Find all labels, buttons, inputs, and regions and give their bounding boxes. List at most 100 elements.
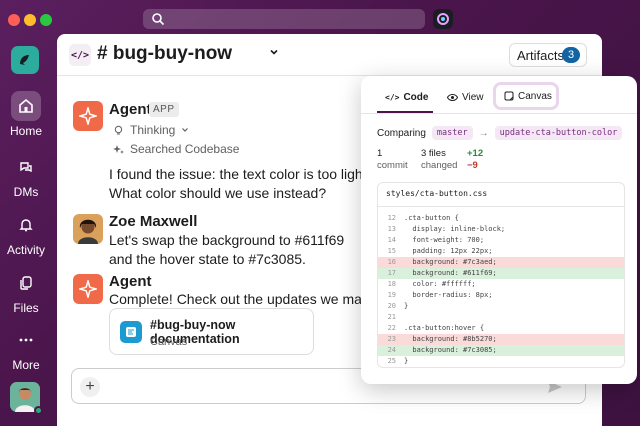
head-branch-pill[interactable]: update-cta-button-color xyxy=(494,126,623,140)
workspace-rail: Home DMs Activity Files More xyxy=(0,36,52,426)
line-text: color: #ffffff; xyxy=(404,280,476,288)
commit-count: 1 xyxy=(377,148,383,159)
line-number: 18 xyxy=(387,280,396,288)
line-number: 21 xyxy=(387,313,396,321)
line-text: background: #611f69; xyxy=(404,269,497,277)
canvas-attachment-card[interactable]: #bug-buy-now documentation Canvas xyxy=(109,308,314,355)
agent-avatar[interactable] xyxy=(73,274,103,304)
sparkle-icon xyxy=(79,107,97,125)
sidebar-item-activity[interactable]: Activity xyxy=(0,210,52,257)
additions-count: +12 xyxy=(467,148,484,159)
artifacts-button[interactable]: Artifacts 3 xyxy=(509,43,587,67)
code-icon: </> xyxy=(385,92,400,102)
tab-code[interactable]: </> Code xyxy=(385,86,428,108)
comparing-label: Comparing xyxy=(377,127,426,139)
searched-label: Searched Codebase xyxy=(130,142,240,156)
chat-bubbles-icon xyxy=(11,152,41,182)
code-line: 13 display: inline-block; xyxy=(378,224,624,235)
tab-view[interactable]: View xyxy=(447,86,484,108)
sidebar-item-more[interactable]: More xyxy=(0,325,52,372)
line-number: 19 xyxy=(387,291,396,299)
files-count: 3 files xyxy=(421,148,446,159)
sidebar-item-label: Files xyxy=(13,301,39,315)
line-text: .cta-button { xyxy=(404,214,459,222)
eye-icon xyxy=(447,93,458,101)
workspace-logo-icon[interactable] xyxy=(11,46,39,74)
panel-tabs: </> Code View Canvas xyxy=(361,76,637,114)
code-review-panel: </> Code View Canvas Comparing master → … xyxy=(361,76,637,384)
lightbulb-icon xyxy=(114,125,123,134)
message-text: I found the issue: the text color is too… xyxy=(109,165,370,203)
line-number: 15 xyxy=(387,247,396,255)
sidebar-item-files[interactable]: Files xyxy=(0,268,52,315)
base-branch-pill[interactable]: master xyxy=(431,126,473,140)
code-channel-icon: </> xyxy=(69,44,91,66)
code-line: 25} xyxy=(378,356,624,367)
message-text: Let's swap the background to #611f69 and… xyxy=(109,231,344,269)
line-change-counts: +12 −9 xyxy=(467,148,483,172)
file-name[interactable]: styles/cta-button.css xyxy=(378,183,624,207)
sidebar-item-label: Activity xyxy=(6,243,45,257)
sparkle-icon xyxy=(79,280,97,298)
bird-icon xyxy=(20,55,29,65)
sidebar-item-home[interactable]: Home xyxy=(0,91,52,138)
code-line: 14 font-weight: 700; xyxy=(378,235,624,246)
line-number: 17 xyxy=(387,269,396,277)
channel-title[interactable]: # bug-buy-now xyxy=(97,43,232,65)
line-text: border-radius: 8px; xyxy=(404,291,493,299)
line-text: padding: 12px 22px; xyxy=(404,247,493,255)
add-attachment-button[interactable]: + xyxy=(80,377,100,397)
code-line: 18 color: #ffffff; xyxy=(378,279,624,290)
code-line-added: 24 background: #7c3085; xyxy=(378,345,624,356)
code-line: 20} xyxy=(378,301,624,312)
line-number: 22 xyxy=(387,324,396,332)
line-text: background: #7c3aed; xyxy=(404,258,497,266)
code-line-removed: 23 background: #8b5270; xyxy=(378,334,624,345)
line-number: 14 xyxy=(387,236,396,244)
message-author[interactable]: Agent xyxy=(109,101,152,118)
sidebar-item-label: Home xyxy=(9,124,42,138)
ai-sparkle-icon xyxy=(437,13,449,25)
line-text: display: inline-block; xyxy=(404,225,506,233)
slack-ai-icon[interactable] xyxy=(433,9,453,29)
close-window-button[interactable] xyxy=(8,14,20,26)
agent-avatar[interactable] xyxy=(73,101,103,131)
message-author[interactable]: Agent xyxy=(109,273,152,290)
line-number: 24 xyxy=(387,346,396,354)
thinking-toggle[interactable]: Thinking xyxy=(113,123,189,137)
message-author[interactable]: Zoe Maxwell xyxy=(109,213,197,230)
search-input[interactable] xyxy=(143,9,425,29)
line-number: 25 xyxy=(387,357,396,365)
line-number: 23 xyxy=(387,335,396,343)
presence-indicator xyxy=(34,406,43,415)
bell-icon xyxy=(11,210,41,240)
line-number: 12 xyxy=(387,214,396,222)
files-icon xyxy=(11,268,41,298)
tab-canvas[interactable]: Canvas xyxy=(493,82,559,110)
sidebar-item-label: More xyxy=(12,358,40,372)
sparkles-icon xyxy=(113,144,124,154)
deletions-count: −9 xyxy=(467,160,478,171)
line-number: 20 xyxy=(387,302,396,310)
ellipsis-icon xyxy=(11,325,41,355)
maximize-window-button[interactable] xyxy=(40,14,52,26)
canvas-card-subtitle: Canvas xyxy=(150,336,188,348)
zoe-avatar[interactable] xyxy=(73,214,103,244)
branch-comparison: Comparing master → update-cta-button-col… xyxy=(377,126,623,140)
line-text: background: #8b5270; xyxy=(404,335,497,343)
line-text: .cta-button:hover { xyxy=(404,324,485,332)
chevron-down-icon[interactable] xyxy=(269,47,279,57)
arrow-right-icon: → xyxy=(478,127,489,139)
minimize-window-button[interactable] xyxy=(24,14,36,26)
sidebar-item-label: DMs xyxy=(13,185,39,199)
code-line-removed: 16 background: #7c3aed; xyxy=(378,257,624,268)
sidebar-item-dms[interactable]: DMs xyxy=(0,152,52,199)
active-tab-indicator xyxy=(377,111,433,113)
message-line: Let's swap the background to #611f69 xyxy=(109,232,345,248)
message-line: I found the issue: the text color is too… xyxy=(109,166,371,182)
tab-label: Canvas xyxy=(518,90,552,102)
chevron-down-icon xyxy=(182,128,189,132)
line-text: } xyxy=(404,302,409,310)
diff-viewer: styles/cta-button.css 12 .cta-button { 13 … xyxy=(377,182,625,368)
search-icon xyxy=(152,13,165,26)
